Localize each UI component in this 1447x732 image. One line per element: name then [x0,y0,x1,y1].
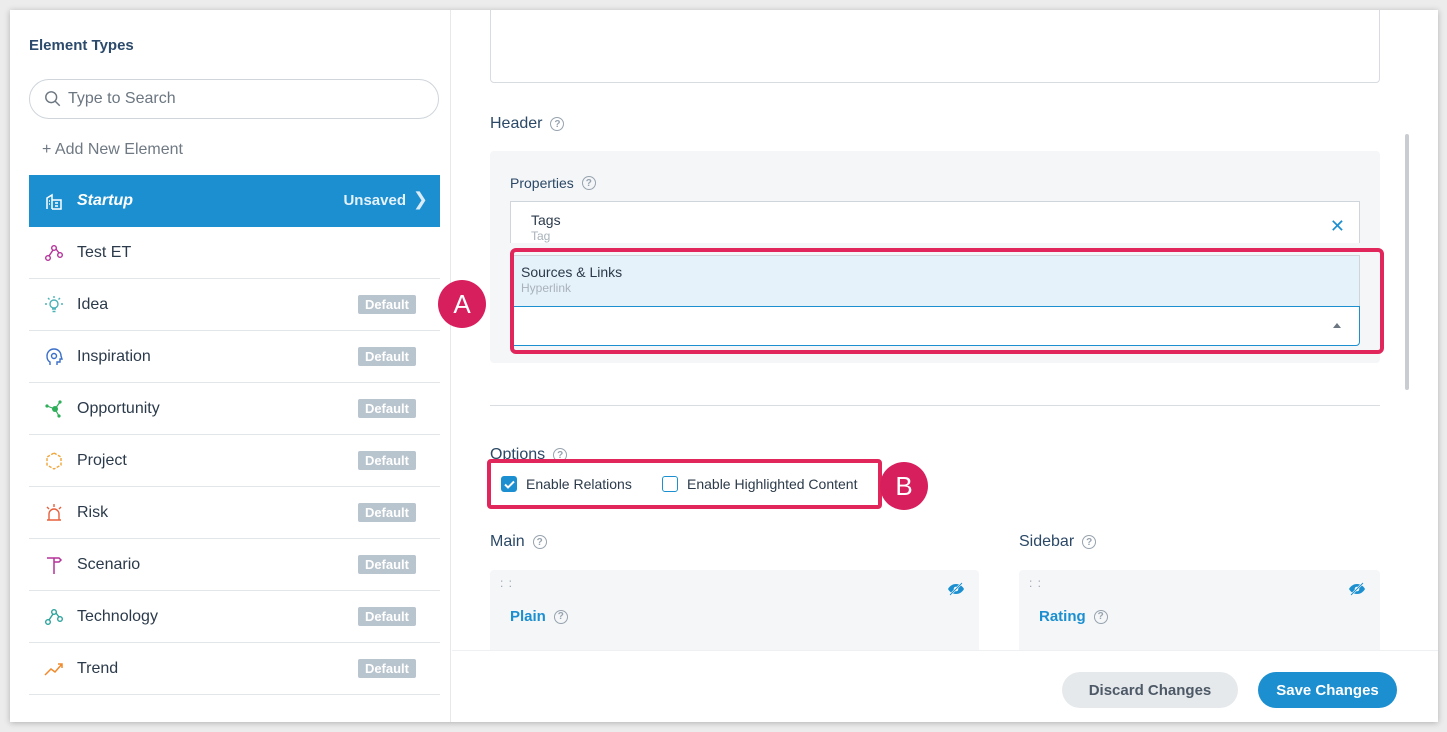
element-type-opportunity[interactable]: Opportunity Default [29,383,440,435]
property-name: Tags [531,212,561,228]
main-section-title: Main ? [490,533,547,551]
default-badge: Default [357,555,416,574]
trend-icon [43,658,65,680]
checkmark-icon [503,480,515,489]
help-icon[interactable]: ? [550,117,565,131]
add-new-element-link[interactable]: + Add New Element [42,141,183,159]
header-section-title: Header ? [490,115,565,133]
scrollbar[interactable] [1405,134,1409,390]
element-type-label: Risk [77,503,109,521]
alarm-icon [43,502,65,524]
help-icon[interactable]: ? [1082,535,1097,549]
signpost-icon [43,554,65,576]
enable-relations-checkbox[interactable]: Enable Relations [501,476,632,492]
head-gear-icon [43,346,65,368]
element-type-label: Technology [77,607,158,625]
unsaved-status: Unsaved [343,192,406,209]
selected-property-tags: Tags Tag ✕ [510,201,1360,243]
element-type-label: Project [77,451,127,469]
annotation-marker-a: A [438,280,486,328]
sidebar-title: Element Types [29,37,134,54]
annotation-marker-b: B [880,462,928,510]
drag-handle-icon[interactable]: : : [500,577,513,589]
element-type-label: Idea [77,295,109,313]
hexagon-icon [43,450,65,472]
building-icon [43,190,65,212]
default-badge: Default [357,451,416,470]
element-type-label: Trend [77,659,119,677]
enable-highlighted-checkbox[interactable]: Enable Highlighted Content [662,476,857,492]
search-input[interactable] [68,90,408,108]
element-type-label: Inspiration [77,347,151,365]
property-type: Tag [531,229,551,243]
element-type-label: Startup [77,192,133,209]
element-type-project[interactable]: Project Default [29,435,440,487]
element-type-scenario[interactable]: Scenario Default [29,539,440,591]
annotation-box-a [510,248,1384,354]
divider [490,405,1380,406]
element-type-startup[interactable]: Startup Unsaved ❯ [29,175,440,227]
lightbulb-icon [43,294,65,316]
default-badge: Default [357,659,416,678]
footer-bar: Discard Changes Save Changes [452,650,1438,722]
main-field-card[interactable]: : : Plain ? [490,570,979,660]
checkbox-unchecked[interactable] [662,476,678,492]
chevron-right-icon: ❯ [412,189,428,209]
nodes-icon [43,242,65,264]
main-field-label: Plain ? [510,608,568,625]
network-icon [43,398,65,420]
element-editor: Header ? Properties ? Tags Tag ✕ Sources… [452,10,1438,722]
drag-handle-icon[interactable]: : : [1029,577,1042,589]
eye-hidden-icon[interactable] [1348,582,1366,596]
element-type-idea[interactable]: Idea Default [29,279,440,331]
default-badge: Default [357,399,416,418]
description-textarea[interactable] [490,10,1380,83]
element-type-label: Scenario [77,555,141,573]
element-type-test-et[interactable]: Test ET [29,227,440,279]
element-types-sidebar: Element Types + Add New Element Startup … [10,10,451,722]
discard-changes-button[interactable]: Discard Changes [1062,672,1238,708]
default-badge: Default [357,607,416,626]
help-icon[interactable]: ? [1093,609,1108,624]
help-icon[interactable]: ? [553,609,568,624]
default-badge: Default [357,295,416,314]
sidebar-field-card[interactable]: : : Rating ? [1019,570,1380,660]
sidebar-section-title: Sidebar ? [1019,533,1097,551]
save-changes-button[interactable]: Save Changes [1258,672,1397,708]
help-icon[interactable]: ? [532,535,547,549]
element-type-inspiration[interactable]: Inspiration Default [29,331,440,383]
properties-title: Properties ? [510,175,596,191]
eye-hidden-icon[interactable] [947,582,965,596]
help-icon[interactable]: ? [581,176,596,190]
element-type-list: Startup Unsaved ❯ Test ET Idea Default I… [29,175,440,695]
search-box[interactable] [29,79,439,119]
element-type-technology[interactable]: Technology Default [29,591,440,643]
element-type-label: Test ET [77,243,132,261]
nodes-icon [43,606,65,628]
element-type-label: Opportunity [77,399,160,417]
default-badge: Default [357,503,416,522]
element-type-trend[interactable]: Trend Default [29,643,440,695]
element-type-risk[interactable]: Risk Default [29,487,440,539]
checkbox-checked[interactable] [501,476,517,492]
default-badge: Default [357,347,416,366]
search-icon [45,91,61,107]
remove-icon[interactable]: ✕ [1330,216,1345,237]
app-window: Element Types + Add New Element Startup … [10,10,1438,722]
sidebar-field-label: Rating ? [1039,608,1108,625]
